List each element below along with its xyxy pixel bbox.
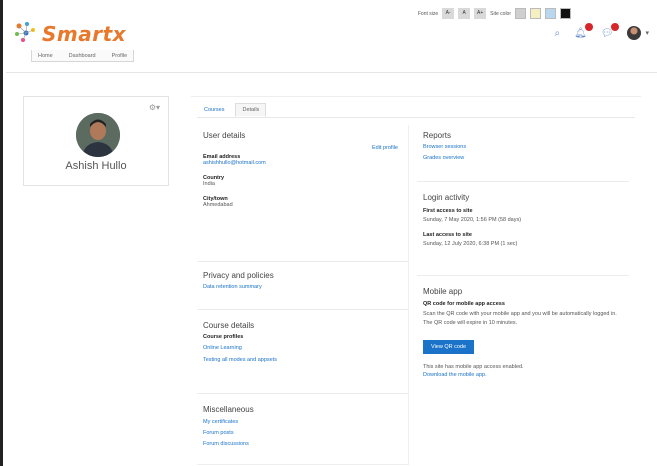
data-retention-link[interactable]: Data retention summary: [203, 284, 402, 290]
site-logo[interactable]: Smartx: [13, 20, 126, 48]
privacy-title: Privacy and policies: [203, 271, 274, 280]
email-value[interactable]: ashishhullo@hotmail.com: [203, 160, 402, 166]
reports-title: Reports: [423, 131, 452, 140]
forum-discussions-link[interactable]: Forum discussions: [203, 441, 402, 447]
first-access-value: Sunday, 7 May 2020, 1:56 PM (58 days): [423, 217, 522, 223]
user-avatar[interactable]: [627, 26, 642, 40]
course-profiles-label: Course profiles: [203, 334, 244, 340]
download-app-link[interactable]: Download the mobile app.: [423, 372, 623, 378]
color-swatch-blue[interactable]: [545, 8, 556, 19]
tab-divider: [197, 117, 635, 118]
breadcrumb-dashboard[interactable]: Dashboard: [69, 53, 96, 59]
browser-sessions-link[interactable]: Browser sessions: [423, 144, 623, 150]
profile-photo: [76, 113, 120, 157]
course-details-title: Course details: [203, 321, 255, 330]
bell-icon[interactable]: 🔔︎: [574, 22, 593, 39]
logo-mark-icon: [15, 22, 35, 42]
profile-tabs: Courses Details: [197, 103, 267, 117]
logo-text: Smartx: [42, 22, 127, 46]
section-divider: [197, 393, 408, 394]
last-access-label: Last access to site: [423, 232, 472, 238]
page: Font size A- A A+ Site color Smartx ⌕ 🔔︎: [0, 0, 657, 466]
section-divider: [417, 181, 629, 182]
user-details-section: User details Edit profile Email address …: [203, 131, 402, 208]
search-icon[interactable]: ⌕: [554, 28, 560, 39]
course-details-section: Course details Course profiles Online Le…: [203, 321, 402, 363]
section-divider: [197, 309, 408, 310]
last-access-value: Sunday, 12 July 2020, 6:38 PM (1 sec): [423, 241, 518, 247]
mobile-app-title: Mobile app: [423, 287, 463, 296]
login-activity-title: Login activity: [423, 193, 470, 202]
profile-main: Courses Details User details Edit profil…: [191, 96, 641, 466]
breadcrumb: Home Dashboard Profile: [31, 50, 135, 62]
tab-courses[interactable]: Courses: [197, 103, 231, 117]
header-icons: ⌕ 🔔︎ 💬︎ ▾: [554, 22, 649, 40]
mobile-enabled-text: This site has mobile app access enabled.: [423, 364, 524, 371]
header-divider: [6, 72, 657, 73]
font-increase-button[interactable]: A+: [474, 8, 487, 19]
color-swatch-black[interactable]: [560, 8, 571, 19]
section-divider: [197, 261, 408, 262]
tab-details[interactable]: Details: [235, 103, 267, 117]
reports-section: Reports Browser sessions Grades overview: [423, 131, 623, 161]
country-value: India: [203, 181, 215, 187]
font-reset-button[interactable]: A: [458, 8, 471, 19]
font-decrease-button[interactable]: A-: [442, 8, 455, 19]
color-swatch-grey[interactable]: [515, 8, 526, 19]
privacy-section: Privacy and policies Data retention summ…: [203, 271, 402, 290]
details-right-column: Reports Browser sessions Grades overview…: [417, 125, 629, 465]
first-access-label: First access to site: [423, 208, 473, 214]
accessibility-toolbar: Font size A- A A+ Site color: [418, 8, 571, 19]
chat-icon[interactable]: 💬︎: [601, 22, 620, 39]
qr-description: Scan the QR code with your mobile app an…: [423, 311, 617, 326]
grades-overview-link[interactable]: Grades overview: [423, 155, 623, 161]
mobile-app-section: Mobile app QR code for mobile app access…: [423, 287, 623, 378]
profile-card: ⚙▾ Ashish Hullo: [23, 96, 169, 186]
chevron-down-icon[interactable]: ▾: [645, 29, 649, 37]
details-left-column: User details Edit profile Email address …: [197, 125, 409, 465]
breadcrumb-home[interactable]: Home: [38, 53, 53, 59]
city-value: Ahmedabad: [203, 202, 233, 208]
course-link[interactable]: Testing all modes and appsets: [203, 357, 402, 363]
site-color-label: Site color: [490, 10, 511, 17]
message-badge: [611, 22, 620, 31]
qr-label: QR code for mobile app access: [423, 301, 505, 307]
course-link[interactable]: Online Learning: [203, 345, 402, 351]
certificates-link[interactable]: My certificates: [203, 419, 402, 425]
notification-badge: [584, 22, 593, 31]
forum-posts-link[interactable]: Forum posts: [203, 430, 402, 436]
misc-title: Miscellaneous: [203, 405, 254, 414]
color-swatch-yellow[interactable]: [530, 8, 541, 19]
edit-profile-link[interactable]: Edit profile: [372, 145, 398, 151]
gear-icon[interactable]: ⚙▾: [149, 103, 160, 112]
login-activity-section: Login activity First access to site Sund…: [423, 193, 623, 247]
misc-section: Miscellaneous My certificates Forum post…: [203, 405, 402, 447]
view-qr-code-button[interactable]: View QR code: [423, 340, 475, 355]
section-divider: [417, 275, 629, 276]
user-details-title: User details: [203, 131, 246, 140]
profile-name: Ashish Hullo: [65, 160, 127, 172]
breadcrumb-profile[interactable]: Profile: [112, 53, 128, 59]
font-size-label: Font size: [417, 10, 439, 17]
